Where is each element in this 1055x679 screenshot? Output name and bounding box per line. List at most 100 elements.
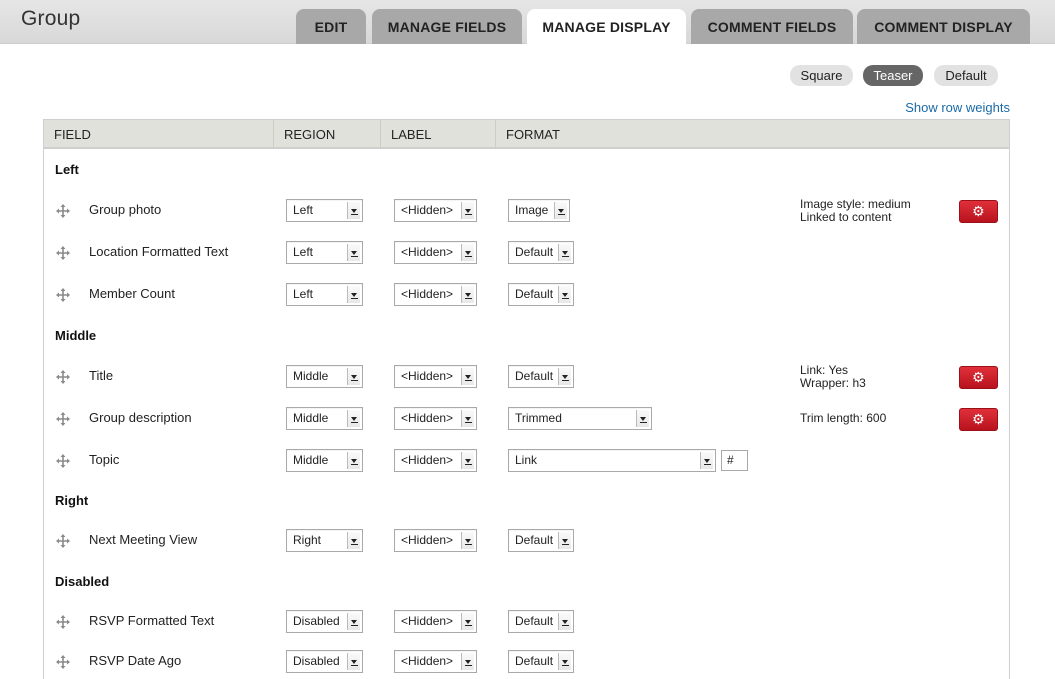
region-select-value: Left	[293, 203, 314, 217]
format-select-value: Default	[515, 287, 554, 301]
formatter-settings-button[interactable]: ⚙	[959, 200, 998, 223]
label-select[interactable]: <Hidden>	[394, 199, 477, 222]
view-mode-teaser[interactable]: Teaser	[863, 65, 923, 86]
gear-icon: ⚙	[972, 369, 985, 385]
label-select[interactable]: <Hidden>	[394, 283, 477, 306]
gear-icon: ⚙	[972, 203, 985, 219]
region-select[interactable]: Disabled	[286, 610, 363, 633]
region-select[interactable]: Left	[286, 283, 363, 306]
field-display-table: FIELD REGION LABEL FORMAT Left Middle Righ…	[43, 119, 1010, 679]
chevron-down-icon	[347, 452, 360, 469]
chevron-down-icon	[347, 286, 360, 303]
chevron-down-icon	[558, 286, 571, 303]
tab-manage-fields[interactable]: Manage fields	[372, 9, 522, 44]
link-path-input[interactable]: #	[721, 450, 748, 471]
label-select[interactable]: <Hidden>	[394, 449, 477, 472]
table-row: Member Count Left <Hidden> Default	[44, 280, 1009, 310]
format-select[interactable]: Default	[508, 529, 574, 552]
region-title-middle: Middle	[55, 328, 97, 343]
tab-comment-fields[interactable]: Comment fields	[691, 9, 853, 44]
drag-handle-icon[interactable]	[56, 534, 70, 548]
label-select[interactable]: <Hidden>	[394, 529, 477, 552]
label-select[interactable]: <Hidden>	[394, 610, 477, 633]
drag-handle-icon[interactable]	[56, 412, 70, 426]
field-name-group-description: Group description	[89, 410, 192, 425]
view-mode-default[interactable]: Default	[934, 65, 998, 86]
label-select-value: <Hidden>	[401, 411, 454, 425]
format-select[interactable]: Default	[508, 283, 574, 306]
tab-edit[interactable]: Edit	[296, 9, 366, 44]
formatter-summary: Image style: medium Linked to content	[800, 198, 911, 224]
chevron-down-icon	[461, 532, 474, 549]
chevron-down-icon	[461, 410, 474, 427]
drag-handle-icon[interactable]	[56, 615, 70, 629]
chevron-down-icon	[461, 653, 474, 670]
chevron-down-icon	[347, 368, 360, 385]
format-select[interactable]: Trimmed	[508, 407, 652, 430]
field-name-rsvp-date-ago: RSVP Date Ago	[89, 653, 182, 668]
label-select-value: <Hidden>	[401, 245, 454, 259]
format-select-value: Default	[515, 369, 554, 383]
format-select[interactable]: Default	[508, 365, 574, 388]
format-select[interactable]: Image	[508, 199, 570, 222]
label-select-value: <Hidden>	[401, 453, 454, 467]
label-select-value: <Hidden>	[401, 533, 454, 547]
tab-manage-display[interactable]: Manage display	[527, 9, 686, 44]
format-select[interactable]: Default	[508, 610, 574, 633]
chevron-down-icon	[347, 532, 360, 549]
table-header: FIELD REGION LABEL FORMAT	[44, 120, 1009, 149]
chevron-down-icon	[347, 613, 360, 630]
table-row: Group description Middle <Hidden> Trimmed Tr…	[44, 404, 1009, 434]
summary-line: Trim length: 600	[800, 411, 887, 425]
table-row: Title Middle <Hidden> Default Link: Yes Wrapp…	[44, 362, 1009, 392]
page-header: Group Edit Manage fields Manage display …	[0, 0, 1055, 44]
format-select[interactable]: Default	[508, 241, 574, 264]
column-header-format: FORMAT	[506, 127, 560, 142]
region-title-right: Right	[55, 493, 89, 508]
label-select-value: <Hidden>	[401, 614, 454, 628]
chevron-down-icon	[558, 368, 571, 385]
chevron-down-icon	[461, 368, 474, 385]
formatter-summary: Link: Yes Wrapper: h3	[800, 364, 866, 390]
label-select-value: <Hidden>	[401, 203, 454, 217]
region-select-value: Middle	[293, 453, 329, 467]
label-select[interactable]: <Hidden>	[394, 407, 477, 430]
drag-handle-icon[interactable]	[56, 246, 70, 260]
region-select-value: Left	[293, 245, 314, 259]
region-select[interactable]: Left	[286, 241, 363, 264]
format-select[interactable]: Link	[508, 449, 716, 472]
chevron-down-icon	[554, 202, 567, 219]
drag-handle-icon[interactable]	[56, 454, 70, 468]
chevron-down-icon	[461, 452, 474, 469]
drag-handle-icon[interactable]	[56, 655, 70, 669]
formatter-settings-button[interactable]: ⚙	[959, 408, 998, 431]
show-row-weights-link[interactable]: Show row weights	[905, 100, 1010, 115]
region-select[interactable]: Left	[286, 199, 363, 222]
chevron-down-icon	[558, 244, 571, 261]
chevron-down-icon	[347, 410, 360, 427]
region-select[interactable]: Middle	[286, 365, 363, 388]
field-name-rsvp-formatted-text: RSVP Formatted Text	[89, 613, 215, 628]
label-select[interactable]: <Hidden>	[394, 365, 477, 388]
chevron-down-icon	[347, 202, 360, 219]
label-select[interactable]: <Hidden>	[394, 241, 477, 264]
region-select[interactable]: Middle	[286, 449, 363, 472]
tab-comment-display[interactable]: Comment display	[857, 9, 1030, 44]
column-header-label: LABEL	[381, 120, 496, 149]
drag-handle-icon[interactable]	[56, 288, 70, 302]
table-row: RSVP Formatted Text Disabled <Hidden> Defau…	[44, 607, 1009, 637]
view-mode-square[interactable]: Square	[790, 65, 853, 86]
field-name-group-photo: Group photo	[89, 202, 162, 217]
region-select[interactable]: Right	[286, 529, 363, 552]
format-select-value: Image	[515, 203, 549, 217]
formatter-summary: Trim length: 600	[800, 412, 886, 425]
drag-handle-icon[interactable]	[56, 204, 70, 218]
chevron-down-icon	[461, 244, 474, 261]
formatter-settings-button[interactable]: ⚙	[959, 366, 998, 389]
region-select[interactable]: Disabled	[286, 650, 363, 673]
format-select[interactable]: Default	[508, 650, 574, 673]
region-select[interactable]: Middle	[286, 407, 363, 430]
label-select[interactable]: <Hidden>	[394, 650, 477, 673]
drag-handle-icon[interactable]	[56, 370, 70, 384]
region-title-left: Left	[55, 162, 79, 177]
